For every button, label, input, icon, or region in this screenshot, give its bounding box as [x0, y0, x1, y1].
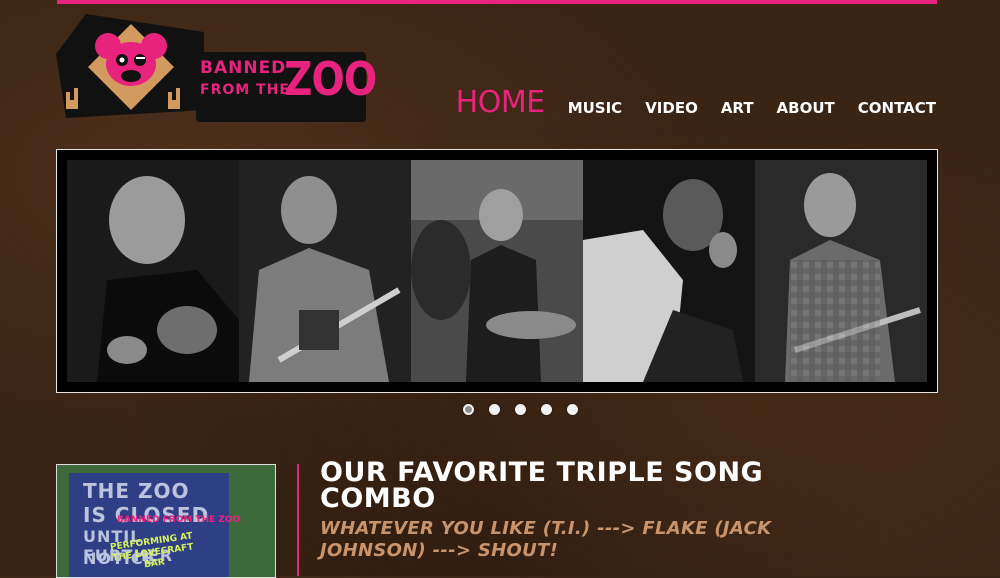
logo-wordmark: BANNED FROM THE ZOO [196, 52, 377, 122]
slider-pagination [463, 404, 578, 415]
sign-line-1: THE ZOO [83, 479, 190, 503]
logo-line-from-the: FROM THE [200, 82, 290, 98]
nav-link-contact[interactable]: CONTACT [858, 101, 936, 118]
slider-dot-4[interactable] [541, 404, 552, 415]
nav-link-music[interactable]: MUSIC [568, 101, 623, 118]
band-member-photo-guitarist [67, 160, 239, 382]
sticker-logo: BANNED FROM THE ZOO [117, 515, 241, 525]
band-member-photo-drummer [411, 160, 583, 382]
nav-link-video[interactable]: VIDEO [645, 101, 698, 118]
nav-link-art[interactable]: ART [721, 101, 754, 118]
band-member-photo-bassist [239, 160, 411, 382]
slider-dot-5[interactable] [567, 404, 578, 415]
logo-line-zoo: ZOO [284, 52, 377, 106]
main-navigation: HOME MUSIC VIDEO ART ABOUT CONTACT [456, 88, 936, 118]
post-divider [297, 464, 299, 576]
slider-dot-1[interactable] [463, 404, 474, 415]
band-photo-strip [67, 160, 927, 382]
nav-link-home[interactable]: HOME [456, 88, 546, 118]
nav-link-about[interactable]: ABOUT [777, 101, 835, 118]
post-thumbnail[interactable]: THE ZOO IS CLOSED UNTIL FURTHER NOTICE B… [56, 464, 276, 578]
top-accent-bar [57, 0, 937, 4]
band-member-photo-guitarist-2 [755, 160, 927, 382]
logo-line-banned: BANNED [200, 58, 287, 78]
monkey-mascot-icon [56, 14, 204, 118]
hero-slider[interactable] [56, 149, 938, 393]
slider-dot-2[interactable] [489, 404, 500, 415]
band-member-photo-vocalist [583, 160, 755, 382]
slider-dot-3[interactable] [515, 404, 526, 415]
post-subtitle: WHATEVER YOU LIKE (T.I.) ---> FLAKE (JAC… [320, 518, 772, 561]
post-title[interactable]: OUR FAVORITE TRIPLE SONG COMBO [320, 459, 880, 512]
site-logo[interactable]: BANNED FROM THE ZOO [56, 14, 377, 122]
